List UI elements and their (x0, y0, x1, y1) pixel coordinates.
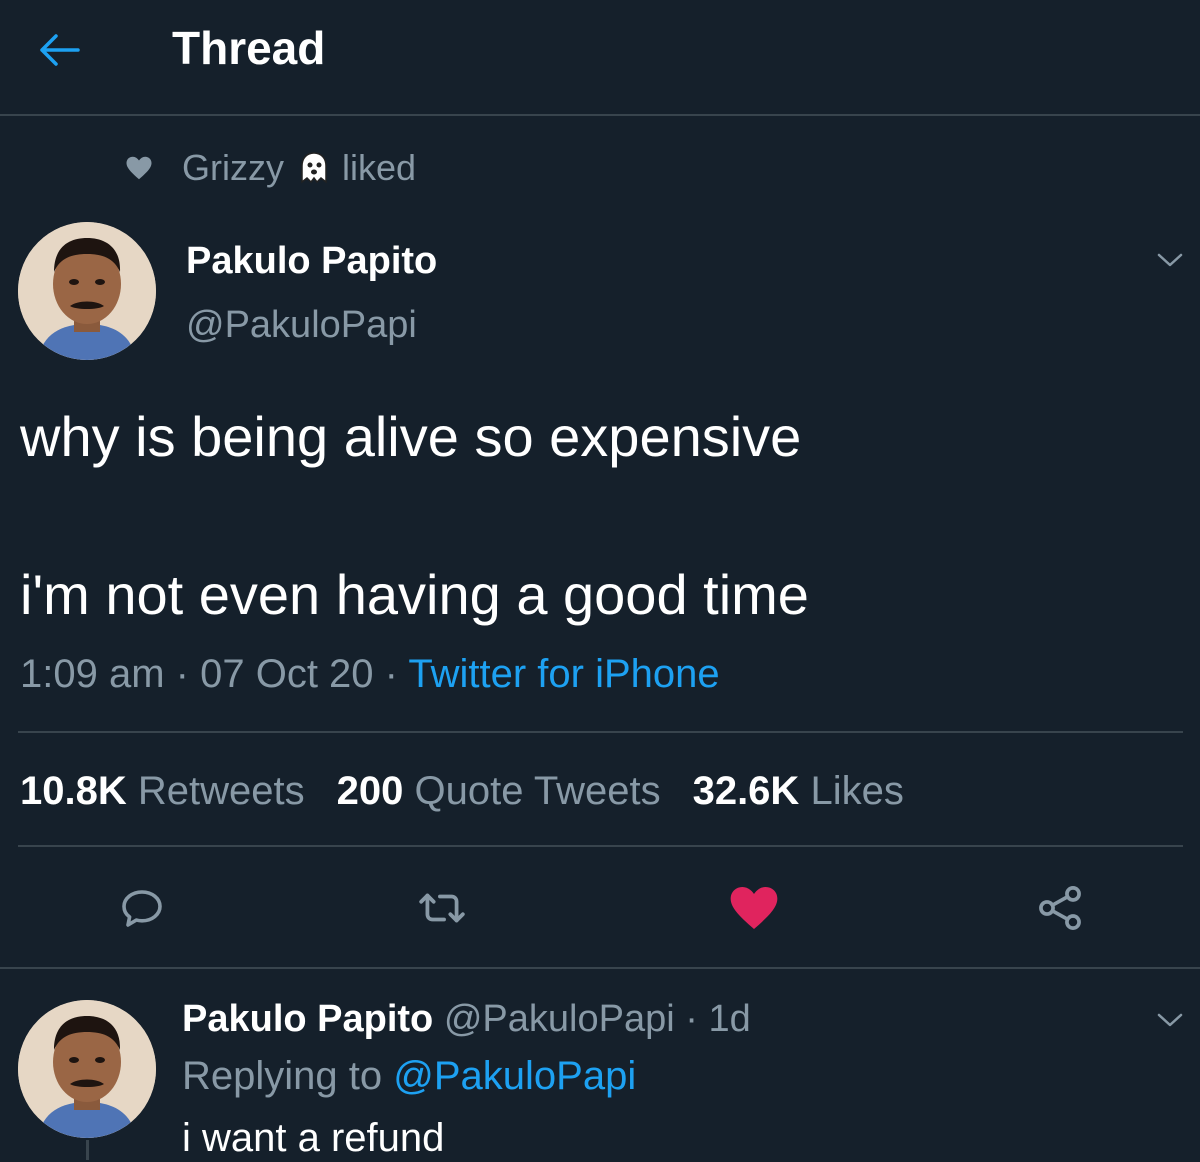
tweet-text-line-1: why is being alive so expensive (20, 405, 802, 468)
ghost-icon (301, 152, 327, 184)
tweet-time[interactable]: 1:09 am (20, 652, 165, 696)
retweets-label: Retweets (137, 769, 305, 813)
likes-count: 32.6K (692, 769, 800, 813)
tweet-text-line-2: i'm not even having a good time (20, 563, 809, 626)
reply-author-name[interactable]: Pakulo Papito (182, 998, 433, 1040)
tweet-stats: 10.8K Retweets 200 Quote Tweets 32.6K Li… (20, 766, 936, 816)
social-context: Grizzy liked (124, 146, 416, 190)
liked-label: liked (342, 147, 417, 188)
author-name[interactable]: Pakulo Papito (186, 238, 437, 284)
avatar-image (18, 222, 156, 360)
page-title: Thread (172, 22, 326, 74)
quote-tweets-count: 200 (336, 769, 404, 813)
retweets-stat[interactable]: 10.8K Retweets (20, 766, 305, 816)
thread-connector-line (86, 1140, 89, 1160)
tweet-meta: 1:09 am · 07 Oct 20 · Twitter for iPhone (20, 650, 720, 698)
retweet-icon (419, 893, 465, 923)
meta-divider (18, 731, 1183, 733)
header-divider (0, 114, 1200, 116)
tweet-source-link[interactable]: Twitter for iPhone (408, 652, 719, 696)
quote-tweets-stat[interactable]: 200 Quote Tweets (337, 766, 661, 816)
likes-label: Likes (810, 769, 904, 813)
avatar-image (18, 1000, 156, 1138)
replying-label: Replying to (182, 1054, 383, 1098)
heart-icon (126, 156, 152, 180)
reply-age[interactable]: 1d (708, 998, 750, 1040)
replying-mention-link[interactable]: @PakuloPapi (393, 1054, 636, 1098)
arrow-left-icon (40, 34, 80, 66)
avatar[interactable] (18, 222, 156, 360)
reply-separator: · (685, 998, 698, 1040)
quote-tweets-label: Quote Tweets (414, 769, 661, 813)
reply-text: i want a refund (182, 1116, 445, 1160)
reply-button[interactable] (110, 876, 174, 940)
share-button[interactable] (1028, 876, 1092, 940)
heart-filled-icon (730, 887, 778, 929)
meta-separator: · (175, 652, 189, 696)
tweet-date[interactable]: 07 Oct 20 (200, 652, 373, 696)
back-button[interactable] (30, 22, 86, 78)
meta-separator: · (384, 652, 398, 696)
reply-author-handle[interactable]: @PakuloPapi (444, 998, 675, 1040)
tweet-menu-button[interactable] (1150, 240, 1190, 280)
top-bar: Thread (0, 0, 1200, 114)
share-icon (1039, 886, 1081, 930)
liker-name[interactable]: Grizzy (182, 146, 284, 190)
chevron-down-icon (1157, 253, 1183, 267)
retweet-button[interactable] (410, 876, 474, 940)
likes-stat[interactable]: 32.6K Likes (693, 766, 904, 816)
reply-menu-button[interactable] (1150, 1000, 1190, 1040)
retweets-count: 10.8K (20, 769, 127, 813)
chevron-down-icon (1157, 1013, 1183, 1027)
actions-divider (0, 967, 1200, 969)
reply-header: Pakulo Papito @PakuloPapi · 1d (182, 996, 751, 1042)
reply-icon (122, 890, 162, 927)
author-handle[interactable]: @PakuloPapi (186, 302, 417, 348)
replying-to: Replying to @PakuloPapi (182, 1052, 636, 1100)
stats-divider (18, 845, 1183, 847)
reply-avatar[interactable] (18, 1000, 156, 1138)
like-button[interactable] (722, 876, 786, 940)
